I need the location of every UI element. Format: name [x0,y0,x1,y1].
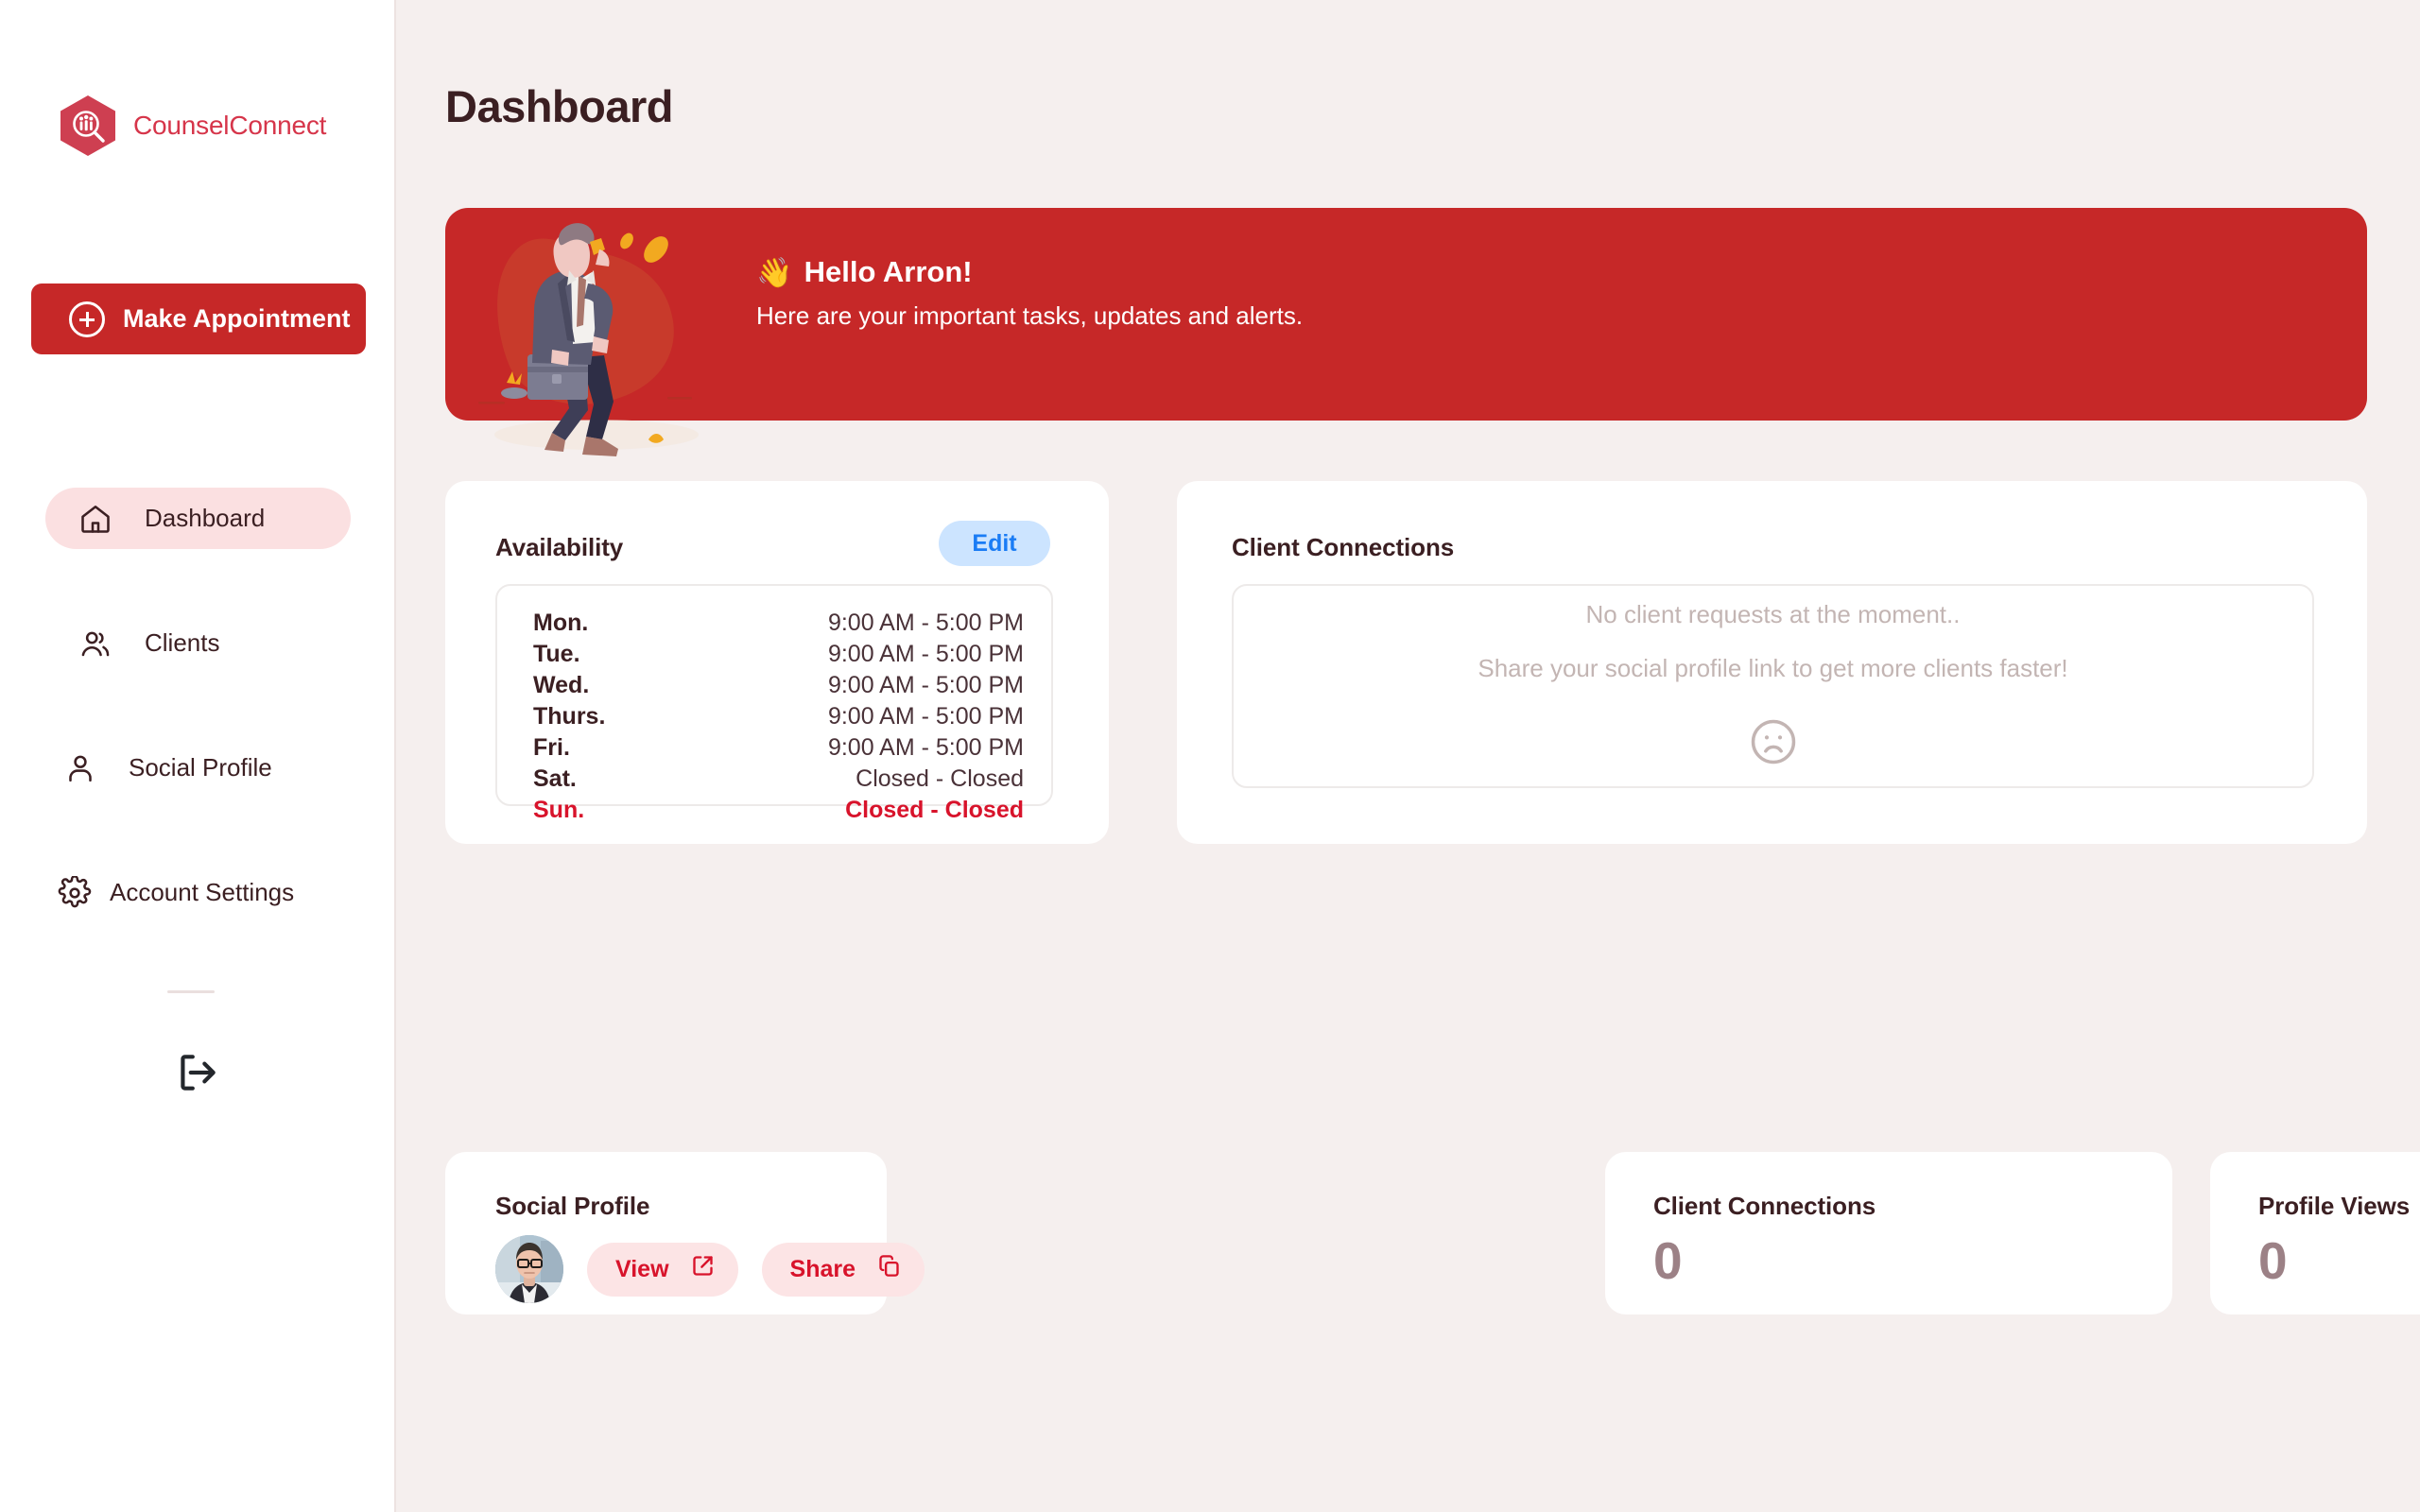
availability-schedule: Mon. 9:00 AM - 5:00 PM Tue. 9:00 AM - 5:… [495,584,1053,823]
page-title: Dashboard [445,81,674,131]
social-profile-card: Social Profile View Share [445,1152,925,1314]
availability-hours: 9:00 AM - 5:00 PM [827,641,1024,667]
profile-views-stat-card: Profile Views 0 [2210,1152,2420,1314]
make-appointment-label: Make Appointment [123,304,351,333]
availability-day: Sat. [533,765,577,792]
availability-day: Mon. [533,610,589,636]
client-connections-stat-card: Client Connections 0 [1605,1152,2172,1314]
banner-subtitle: Here are your important tasks, updates a… [756,301,1304,330]
availability-hours: 9:00 AM - 5:00 PM [827,672,1024,698]
sidebar-item-label: Clients [145,628,220,657]
home-icon [66,502,125,536]
sidebar: CounselConnect Make Appointment Dashboar… [0,0,396,1512]
client-connections-title: Client Connections [1232,533,1455,561]
banner-greeting: Hello Arron! [804,255,973,288]
brand-name: CounselConnect [133,111,327,140]
availability-card: Availability Edit Mon. 9:00 AM - 5:00 PM… [445,481,1109,844]
sidebar-item-label: Dashboard [145,504,266,532]
waving-hand-icon: 👋 [756,255,793,289]
welcome-banner: 👋 Hello Arron! Here are your important t… [445,208,2367,456]
availability-hours: 9:00 AM - 5:00 PM [827,703,1024,730]
sidebar-item-social-profile[interactable]: Social Profile [45,737,351,799]
sidebar-item-account-settings[interactable]: Account Settings [45,862,351,923]
dashboard-page: CounselConnect Make Appointment Dashboar… [0,0,2420,1512]
plus-circle-icon [69,301,105,337]
availability-day: Fri. [533,734,570,761]
stat-title: Profile Views [2258,1192,2411,1220]
empty-state-line-1: No client requests at the moment.. [1585,599,1961,628]
brand: CounselConnect [0,0,394,157]
users-icon [66,627,125,661]
share-profile-button[interactable]: Share [761,1242,925,1297]
user-icon [51,751,110,785]
edit-availability-button[interactable]: Edit [939,521,1050,566]
main-content: Dashboard 👋 Hello Arron! Here are your i… [396,0,2420,1512]
sidebar-divider [167,990,215,993]
make-appointment-button[interactable]: Make Appointment [31,284,366,354]
sidebar-item-clients[interactable]: Clients [45,612,351,674]
sad-face-icon [1747,715,1800,773]
availability-hours: Closed - Closed [856,765,1024,792]
sidebar-nav: Dashboard Clients Social Profile Account… [0,488,396,987]
availability-day: Wed. [533,672,590,698]
availability-row: Sat. Closed - Closed [533,765,1024,797]
avatar [495,1235,563,1303]
hexagon-magnifier-people-icon [59,94,117,157]
availability-hours: 9:00 AM - 5:00 PM [827,610,1024,636]
availability-day: Thurs. [533,703,606,730]
external-link-icon [690,1253,716,1285]
availability-day: Sun. [533,797,585,823]
availability-title: Availability [495,533,624,561]
sidebar-item-label: Account Settings [110,878,295,906]
availability-row: Tue. 9:00 AM - 5:00 PM [533,641,1024,672]
logout-icon[interactable] [173,1049,220,1096]
stat-title: Client Connections [1653,1192,1876,1220]
empty-state-line-2: Share your social profile link to get mo… [1478,653,2068,682]
view-label: View [615,1255,669,1282]
businessman-illustration [469,208,743,468]
availability-day: Tue. [533,641,580,667]
banner-text: 👋 Hello Arron! Here are your important t… [756,255,1303,331]
availability-row: Sun. Closed - Closed [533,797,1024,828]
client-connections-card: Client Connections No client requests at… [1177,481,2367,844]
availability-row: Fri. 9:00 AM - 5:00 PM [533,734,1024,765]
social-profile-actions: View Share [495,1235,925,1303]
availability-row: Thurs. 9:00 AM - 5:00 PM [533,703,1024,734]
availability-row: Wed. 9:00 AM - 5:00 PM [533,672,1024,703]
copy-icon [876,1253,902,1285]
gear-icon [45,875,104,910]
share-label: Share [789,1255,856,1282]
social-profile-title: Social Profile [495,1192,650,1220]
sidebar-item-label: Social Profile [129,753,272,782]
stat-value: 0 [2258,1231,2288,1290]
availability-hours: Closed - Closed [845,797,1024,823]
sidebar-item-dashboard[interactable]: Dashboard [45,488,351,549]
client-connections-empty-state: No client requests at the moment.. Share… [1232,584,2314,788]
banner-greeting-row: 👋 Hello Arron! [756,255,1303,289]
view-profile-button[interactable]: View [587,1242,738,1297]
availability-row: Mon. 9:00 AM - 5:00 PM [533,610,1024,641]
stat-value: 0 [1653,1231,1683,1290]
availability-hours: 9:00 AM - 5:00 PM [827,734,1024,761]
